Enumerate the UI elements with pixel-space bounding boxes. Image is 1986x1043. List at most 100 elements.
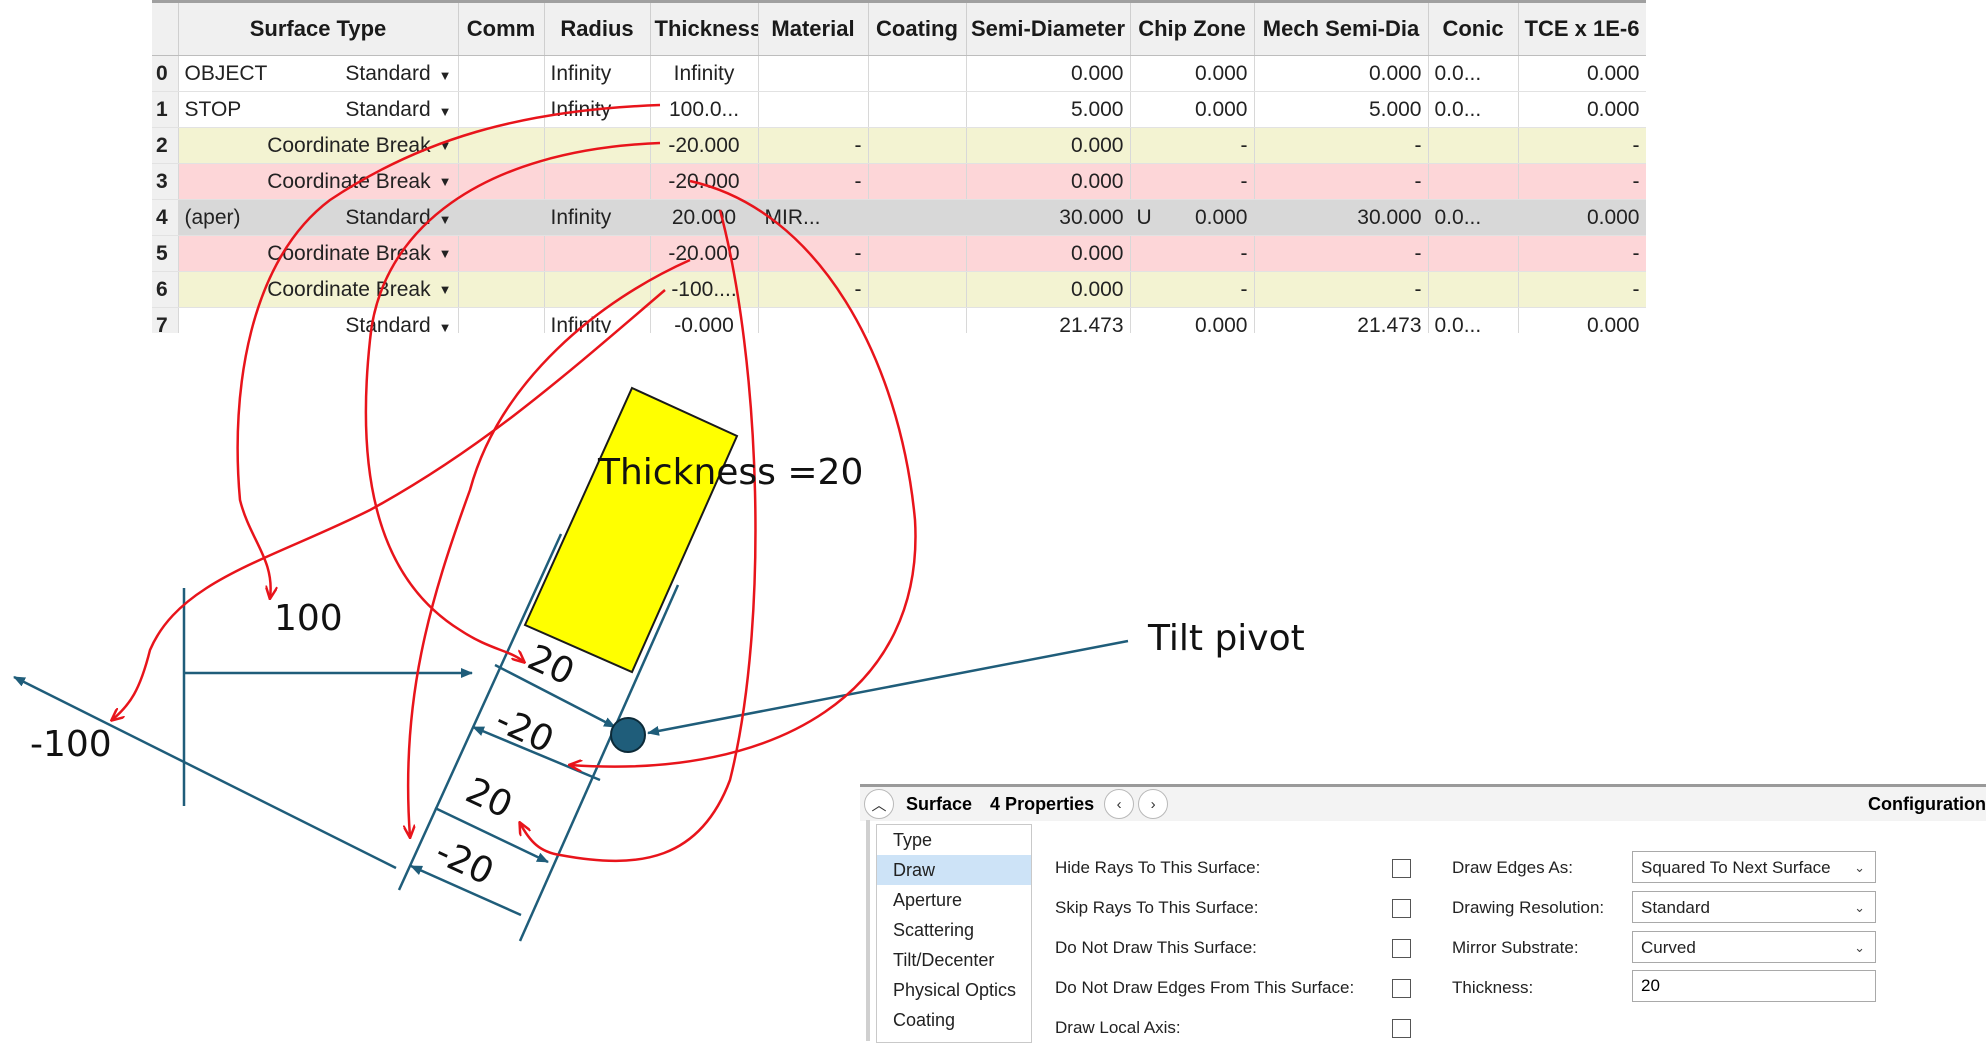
column-header-thickness[interactable]: Thickness: [650, 0, 759, 56]
row-number[interactable]: 4: [152, 199, 179, 236]
mech-semi-dia-cell[interactable]: 30.000: [1254, 199, 1429, 236]
chip-zone-cell[interactable]: U 0.000: [1130, 199, 1255, 236]
row-number[interactable]: 2: [152, 127, 179, 164]
chip-zone-cell[interactable]: -: [1130, 235, 1255, 272]
sidebar-item-coating[interactable]: Coating: [877, 1005, 1031, 1035]
column-header-mech-semi-dia[interactable]: Mech Semi-Dia: [1254, 0, 1429, 56]
table-row[interactable]: 2 Coordinate Break ▼ -20.000 - 0.000 - - …: [152, 127, 1646, 164]
tce-cell[interactable]: -: [1518, 235, 1646, 272]
dropdown-arrow-icon[interactable]: ▼: [439, 104, 452, 119]
tce-cell[interactable]: -: [1518, 163, 1646, 200]
material-cell[interactable]: [758, 307, 869, 333]
dropdown-arrow-icon[interactable]: ▼: [439, 320, 452, 334]
row-number[interactable]: 0: [152, 55, 179, 92]
thickness-input[interactable]: [1632, 970, 1876, 1002]
tce-cell[interactable]: 0.000: [1518, 55, 1646, 92]
mech-semi-dia-cell[interactable]: 0.000: [1254, 55, 1429, 92]
coating-cell[interactable]: [868, 91, 967, 128]
comment-cell[interactable]: [458, 91, 545, 128]
sidebar-item-tilt-decenter[interactable]: Tilt/Decenter: [877, 945, 1031, 975]
dropdown-arrow-icon[interactable]: ▼: [439, 138, 452, 153]
sidebar-item-scattering[interactable]: Scattering: [877, 915, 1031, 945]
do-not-draw-edges-checkbox[interactable]: [1392, 979, 1411, 998]
table-row[interactable]: 1 STOP Standard ▼ Infinity 100.0... 5.000 …: [152, 91, 1646, 128]
dropdown-arrow-icon[interactable]: ▼: [439, 212, 452, 227]
table-row[interactable]: 7 Standard ▼ Infinity -0.000 21.473 0.000…: [152, 307, 1646, 334]
tce-cell[interactable]: 0.000: [1518, 307, 1646, 333]
row-number[interactable]: 3: [152, 163, 179, 200]
table-row[interactable]: 5 Coordinate Break ▼ -20.000 - 0.000 - - …: [152, 235, 1646, 272]
thickness-cell[interactable]: 100.0...: [650, 91, 759, 128]
column-header-comment[interactable]: Comm: [458, 0, 545, 56]
mech-semi-dia-cell[interactable]: -: [1254, 163, 1429, 200]
next-surface-button[interactable]: ›: [1138, 789, 1169, 819]
coating-cell[interactable]: [868, 127, 967, 164]
do-not-draw-surface-checkbox[interactable]: [1392, 939, 1411, 958]
semi-diameter-cell[interactable]: 0.000: [966, 271, 1131, 308]
thickness-cell[interactable]: -20.000: [650, 235, 759, 272]
collapse-button[interactable]: ︿: [864, 789, 894, 819]
semi-diameter-cell[interactable]: 0.000: [966, 55, 1131, 92]
material-cell[interactable]: -: [758, 235, 869, 272]
tce-cell[interactable]: 0.000: [1518, 199, 1646, 236]
dropdown-arrow-icon[interactable]: ▼: [439, 174, 452, 189]
column-header-radius[interactable]: Radius: [544, 0, 651, 56]
dropdown-arrow-icon[interactable]: ▼: [439, 282, 452, 297]
coating-cell[interactable]: [868, 307, 967, 333]
conic-cell[interactable]: 0.0...: [1428, 55, 1519, 92]
chip-zone-cell[interactable]: 0.000: [1130, 55, 1255, 92]
row-number[interactable]: 1: [152, 91, 179, 128]
surface-type-cell[interactable]: Coordinate Break ▼: [178, 127, 459, 164]
table-row[interactable]: 6 Coordinate Break ▼ -100.... - 0.000 - -…: [152, 271, 1646, 308]
sidebar-item-draw[interactable]: Draw: [877, 855, 1031, 885]
row-number[interactable]: 7: [152, 307, 179, 333]
surface-type-cell[interactable]: OBJECT Standard ▼: [178, 55, 459, 92]
mech-semi-dia-cell[interactable]: -: [1254, 235, 1429, 272]
radius-cell[interactable]: [544, 271, 651, 308]
chip-zone-cell[interactable]: 0.000: [1130, 91, 1255, 128]
material-cell[interactable]: MIR...: [758, 199, 869, 236]
comment-cell[interactable]: [458, 127, 545, 164]
column-header-conic[interactable]: Conic: [1428, 0, 1519, 56]
radius-cell[interactable]: Infinity: [544, 55, 651, 92]
conic-cell[interactable]: [1428, 271, 1519, 308]
thickness-cell[interactable]: -0.000: [650, 307, 759, 333]
coating-cell[interactable]: [868, 163, 967, 200]
drawing-resolution-dropdown[interactable]: Standard ⌄: [1632, 891, 1876, 923]
thickness-cell[interactable]: -100....: [650, 271, 759, 308]
surface-type-cell[interactable]: Coordinate Break ▼: [178, 163, 459, 200]
comment-cell[interactable]: [458, 55, 545, 92]
comment-cell[interactable]: [458, 163, 545, 200]
hide-rays-checkbox[interactable]: [1392, 859, 1411, 878]
column-header-tce[interactable]: TCE x 1E-6: [1518, 0, 1646, 56]
coating-cell[interactable]: [868, 235, 967, 272]
sidebar-item-type[interactable]: Type: [877, 825, 1031, 855]
coating-cell[interactable]: [868, 199, 967, 236]
semi-diameter-cell[interactable]: 0.000: [966, 163, 1131, 200]
tce-cell[interactable]: -: [1518, 271, 1646, 308]
semi-diameter-cell[interactable]: 5.000: [966, 91, 1131, 128]
mech-semi-dia-cell[interactable]: 5.000: [1254, 91, 1429, 128]
mech-semi-dia-cell[interactable]: 21.473: [1254, 307, 1429, 333]
material-cell[interactable]: [758, 55, 869, 92]
chip-zone-cell[interactable]: -: [1130, 127, 1255, 164]
column-header-num[interactable]: [152, 0, 179, 56]
comment-cell[interactable]: [458, 199, 545, 236]
radius-cell[interactable]: [544, 127, 651, 164]
comment-cell[interactable]: [458, 307, 545, 333]
sidebar-item-physical-optics[interactable]: Physical Optics: [877, 975, 1031, 1005]
coating-cell[interactable]: [868, 55, 967, 92]
draw-local-axis-checkbox[interactable]: [1392, 1019, 1411, 1038]
row-number[interactable]: 6: [152, 271, 179, 308]
material-cell[interactable]: -: [758, 163, 869, 200]
chip-zone-cell[interactable]: -: [1130, 163, 1255, 200]
semi-diameter-cell[interactable]: 0.000: [966, 127, 1131, 164]
conic-cell[interactable]: [1428, 163, 1519, 200]
dropdown-arrow-icon[interactable]: ▼: [439, 246, 452, 261]
material-cell[interactable]: -: [758, 127, 869, 164]
row-number[interactable]: 5: [152, 235, 179, 272]
chip-zone-cell[interactable]: -: [1130, 271, 1255, 308]
conic-cell[interactable]: [1428, 235, 1519, 272]
configuration-label[interactable]: Configuration: [1868, 794, 1986, 815]
conic-cell[interactable]: 0.0...: [1428, 307, 1519, 333]
